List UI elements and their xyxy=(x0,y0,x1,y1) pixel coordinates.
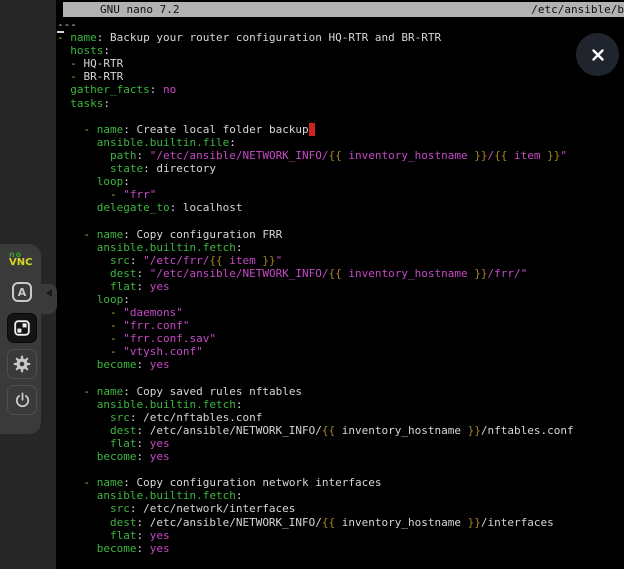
code-line: - BR-RTR xyxy=(57,70,624,83)
gear-icon xyxy=(12,354,32,374)
close-icon xyxy=(589,46,607,64)
code-line: ansible.builtin.fetch: xyxy=(57,241,624,254)
vnc-control-bar: no VNC A xyxy=(0,244,41,434)
collapse-arrow-icon xyxy=(46,289,52,297)
code-line: ansible.builtin.fetch: xyxy=(57,398,624,411)
fullscreen-icon xyxy=(13,319,31,337)
code-line: src: /etc/network/interfaces xyxy=(57,502,624,515)
extra-keys-button[interactable]: A xyxy=(7,277,37,307)
nano-version-label: GNU nano 7.2 xyxy=(63,3,179,16)
vnc-sidebar: no VNC A xyxy=(0,0,56,569)
code-line: - "frr" xyxy=(57,188,624,201)
code-line: - name: Backup your router configuration… xyxy=(57,31,624,44)
code-line: dest: /etc/ansible/NETWORK_INFO/{{ inven… xyxy=(57,516,624,529)
code-line: loop: xyxy=(57,293,624,306)
code-line: loop: xyxy=(57,175,624,188)
code-line: - name: Copy configuration network inter… xyxy=(57,476,624,489)
code-line: flat: yes xyxy=(57,529,624,542)
code-line: hosts: xyxy=(57,44,624,57)
code-line: flat: yes xyxy=(57,437,624,450)
code-line: delegate_to: localhost xyxy=(57,201,624,214)
terminal-window: GNU nano 7.2 /etc/ansible/b ---- name: B… xyxy=(56,0,624,569)
code-line: - HQ-RTR xyxy=(57,57,624,70)
fullscreen-button[interactable] xyxy=(7,313,37,343)
code-line: - "vtysh.conf" xyxy=(57,345,624,358)
code-line: become: yes xyxy=(57,542,624,555)
code-line xyxy=(57,110,624,123)
code-line: - name: Copy configuration FRR xyxy=(57,228,624,241)
code-line: gather_facts: no xyxy=(57,83,624,96)
novnc-logo-bottom: VNC xyxy=(9,258,41,268)
code-line: src: /etc/nftables.conf xyxy=(57,411,624,424)
code-line: - name: Copy saved rules nftables xyxy=(57,385,624,398)
code-line xyxy=(57,463,624,476)
code-line: --- xyxy=(57,18,624,31)
code-line: src: "/etc/frr/{{ item }}" xyxy=(57,254,624,267)
code-line: dest: /etc/ansible/NETWORK_INFO/{{ inven… xyxy=(57,424,624,437)
settings-button[interactable] xyxy=(7,349,37,379)
code-line: dest: "/etc/ansible/NETWORK_INFO/{{ inve… xyxy=(57,267,624,280)
code-line: - "frr.conf" xyxy=(57,319,624,332)
code-line: ansible.builtin.file: xyxy=(57,136,624,149)
code-line: state: directory xyxy=(57,162,624,175)
code-line: - name: Create local folder backup xyxy=(57,123,624,136)
keyboard-key-icon: A xyxy=(12,282,32,302)
power-button[interactable] xyxy=(7,385,37,415)
editor-content[interactable]: ---- name: Backup your router configurat… xyxy=(56,18,624,569)
nano-titlebar: GNU nano 7.2 /etc/ansible/b xyxy=(63,2,624,17)
code-line: become: yes xyxy=(57,358,624,371)
close-button[interactable] xyxy=(576,33,619,76)
code-line xyxy=(57,372,624,385)
novnc-logo: no VNC xyxy=(9,251,41,268)
code-line xyxy=(57,214,624,227)
code-line: flat: yes xyxy=(57,280,624,293)
code-line: path: "/etc/ansible/NETWORK_INFO/{{ inve… xyxy=(57,149,624,162)
control-bar-handle[interactable] xyxy=(41,284,57,314)
code-line: ansible.builtin.fetch: xyxy=(57,489,624,502)
code-line: - "daemons" xyxy=(57,306,624,319)
open-file-path: /etc/ansible/b xyxy=(531,3,624,16)
code-line: - "frr.conf.sav" xyxy=(57,332,624,345)
code-line: tasks: xyxy=(57,97,624,110)
code-line: become: yes xyxy=(57,450,624,463)
power-icon xyxy=(13,391,32,410)
